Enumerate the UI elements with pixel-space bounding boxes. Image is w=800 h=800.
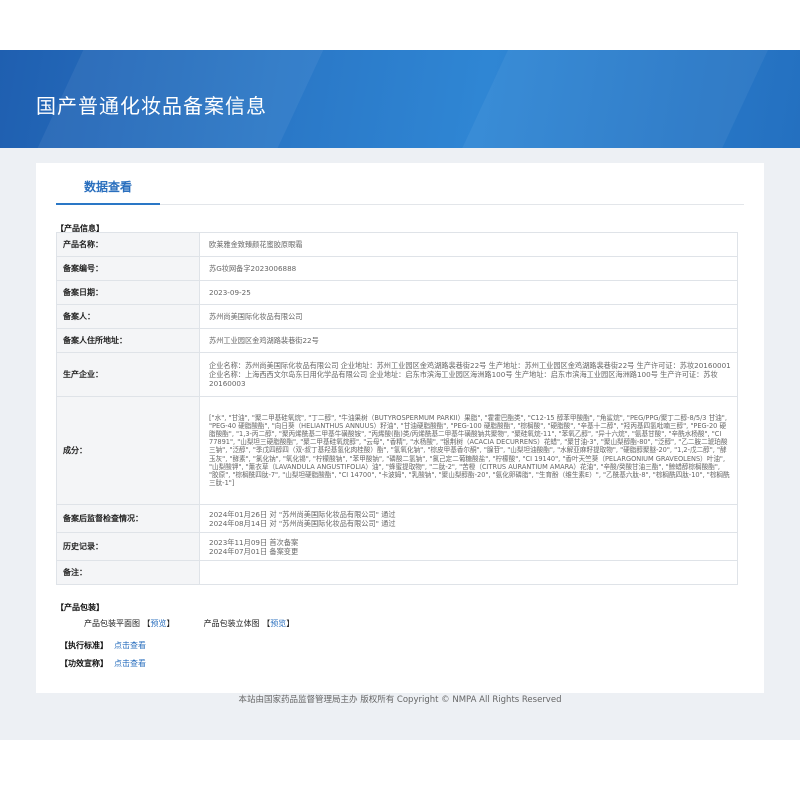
value-ingredients: ["水", "甘油", "聚二甲基硅氧烷", "丁二醇", "牛油果树（BUTY… bbox=[199, 396, 738, 505]
section-product-package: 【产品包装】 bbox=[56, 603, 104, 612]
page-title: 国产普通化妆品备案信息 bbox=[36, 94, 267, 118]
value-producer: 企业名称：苏州尚美国际化妆品有限公司 企业地址：苏州工业园区金鸡湖路裴巷街22号… bbox=[199, 352, 738, 397]
section-exec-standard: 【执行标准】 bbox=[60, 641, 108, 650]
row-filer: 备案人： 苏州尚美国际化妆品有限公司 bbox=[56, 304, 738, 329]
value-post-check: 2024年01月26日 对 "苏州尚美国际化妆品有限公司" 通过 2024年08… bbox=[199, 504, 738, 533]
row-ingredients: 成分： ["水", "甘油", "聚二甲基硅氧烷", "丁二醇", "牛油果树（… bbox=[56, 396, 738, 505]
label-post-check: 备案后监督检查情况： bbox=[56, 504, 200, 533]
product-info-table: 产品名称： 欧莱雅金致臻颜花蜜胶原眼霜 备案编号： 苏G妆网备字20230068… bbox=[56, 232, 738, 585]
row-record-number: 备案编号： 苏G妆网备字2023006888 bbox=[56, 256, 738, 281]
label-filer: 备案人： bbox=[56, 304, 200, 329]
row-record-date: 备案日期： 2023-09-25 bbox=[56, 280, 738, 305]
package-stereo-bracket-close: 】 bbox=[286, 619, 295, 628]
section-efficacy: 【功效宣称】 bbox=[60, 659, 108, 668]
header-banner: 国产普通化妆品备案信息 bbox=[0, 50, 800, 148]
exec-standard-row: 【执行标准】 点击查看 bbox=[60, 640, 146, 651]
row-post-check: 备案后监督检查情况： 2024年01月26日 对 "苏州尚美国际化妆品有限公司"… bbox=[56, 504, 738, 533]
package-stereo-label: 产品包装立体图 bbox=[203, 619, 260, 628]
package-plan-bracket-close: 】 bbox=[166, 619, 175, 628]
efficacy-link[interactable]: 点击查看 bbox=[114, 659, 146, 668]
label-record-number: 备案编号： bbox=[56, 256, 200, 281]
label-ingredients: 成分： bbox=[56, 396, 200, 505]
label-remarks: 备注： bbox=[56, 560, 200, 585]
row-product-name: 产品名称： 欧莱雅金致臻颜花蜜胶原眼霜 bbox=[56, 232, 738, 257]
row-filer-address: 备案人住所地址： 苏州工业园区金鸡湖路裴巷街22号 bbox=[56, 328, 738, 353]
label-producer: 生产企业： bbox=[56, 352, 200, 397]
value-remarks bbox=[199, 560, 738, 585]
efficacy-row: 【功效宣称】 点击查看 bbox=[60, 658, 146, 669]
package-stereo-bracket-open: 【 bbox=[262, 619, 271, 628]
value-history: 2023年11月09日 首次备案 2024年07月01日 备案变更 bbox=[199, 532, 738, 561]
package-plan-preview-link[interactable]: 预览 bbox=[151, 619, 167, 628]
label-filer-address: 备案人住所地址： bbox=[56, 328, 200, 353]
row-producer: 生产企业： 企业名称：苏州尚美国际化妆品有限公司 企业地址：苏州工业园区金鸡湖路… bbox=[56, 352, 738, 397]
exec-standard-link[interactable]: 点击查看 bbox=[114, 641, 146, 650]
label-history: 历史记录： bbox=[56, 532, 200, 561]
package-stereo-preview-link[interactable]: 预览 bbox=[270, 619, 286, 628]
value-filer: 苏州尚美国际化妆品有限公司 bbox=[199, 304, 738, 329]
content-card: 数据查看 【产品信息】 产品名称： 欧莱雅金致臻颜花蜜胶原眼霜 备案编号： 苏G… bbox=[36, 163, 764, 693]
label-record-date: 备案日期： bbox=[56, 280, 200, 305]
tab-data-view[interactable]: 数据查看 bbox=[56, 163, 160, 205]
value-filer-address: 苏州工业园区金鸡湖路裴巷街22号 bbox=[199, 328, 738, 353]
row-history: 历史记录： 2023年11月09日 首次备案 2024年07月01日 备案变更 bbox=[56, 532, 738, 561]
value-record-date: 2023-09-25 bbox=[199, 280, 738, 305]
label-product-name: 产品名称： bbox=[56, 232, 200, 257]
footer-copyright: 本站由国家药品监督管理局主办 版权所有 Copyright © NMPA All… bbox=[238, 695, 562, 705]
value-product-name: 欧莱雅金致臻颜花蜜胶原眼霜 bbox=[199, 232, 738, 257]
package-plan-label: 产品包装平面图 bbox=[84, 619, 140, 628]
tab-bar: 数据查看 bbox=[56, 163, 744, 205]
value-record-number: 苏G妆网备字2023006888 bbox=[199, 256, 738, 281]
package-row: 产品包装平面图 【预览】 产品包装立体图 【预览】 bbox=[84, 618, 294, 629]
row-remarks: 备注： bbox=[56, 560, 738, 585]
package-plan-bracket-open: 【 bbox=[142, 619, 151, 628]
